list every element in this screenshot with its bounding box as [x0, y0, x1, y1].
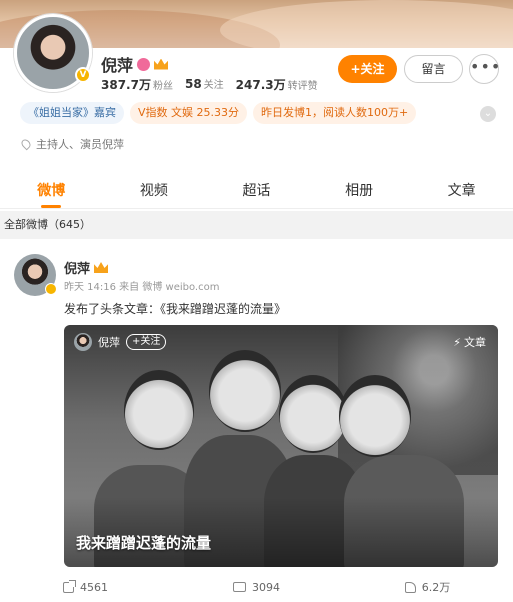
- photo-face: [339, 375, 411, 457]
- pin-icon: [19, 137, 33, 151]
- card-title[interactable]: 我来蹭蹭迟蓬的流量: [76, 532, 211, 553]
- more-button[interactable]: •••: [469, 54, 500, 84]
- profile-name: 倪萍: [101, 56, 134, 75]
- card-header: 倪萍 +关注: [74, 333, 167, 351]
- bio-text: 主持人、演员倪萍: [36, 138, 124, 151]
- article-card[interactable]: 倪萍 +关注 ⚡ 文章 我来蹭蹭迟蓬的流量: [64, 325, 498, 567]
- card-author[interactable]: 倪萍: [98, 334, 120, 350]
- tab-supertopic[interactable]: 超话: [205, 173, 308, 208]
- message-button[interactable]: 留言: [404, 55, 463, 83]
- tab-weibo[interactable]: 微博: [0, 173, 103, 208]
- avatar[interactable]: V: [14, 14, 92, 92]
- crown-icon[interactable]: [94, 262, 109, 273]
- share-count: 4561: [80, 580, 108, 594]
- section-title: 全部微博（645）: [0, 211, 513, 239]
- post-meta: 昨天 14:16 来自 微博 weibo.com: [64, 282, 220, 293]
- post-item: 倪萍 昨天 14:16 来自 微博 weibo.com 发布了头条文章：《我来蹭…: [0, 240, 513, 602]
- photo-face: [279, 375, 347, 453]
- card-type-label: 文章: [464, 336, 486, 349]
- like-button[interactable]: 6.2万: [342, 575, 513, 599]
- photo-face: [124, 370, 194, 450]
- likes-stat[interactable]: 247.3万 转评赞: [236, 76, 318, 93]
- share-icon: [63, 579, 76, 593]
- member-badge-icon[interactable]: [137, 57, 151, 71]
- cover-dune: [220, 0, 513, 48]
- tag-v-index[interactable]: V指数 文娱 25.33分: [130, 102, 248, 124]
- tab-article[interactable]: 文章: [410, 173, 513, 208]
- verified-icon: V: [75, 67, 91, 83]
- thumbs-up-icon: [404, 581, 416, 593]
- profile-tags: 《姐姐当家》嘉宾 V指数 文娱 25.33分 昨日发博1，阅读人数100万+: [20, 102, 417, 124]
- comment-button[interactable]: 3094: [171, 575, 342, 599]
- verified-icon: [45, 283, 57, 295]
- card-type: ⚡ 文章: [453, 334, 486, 350]
- card-avatar[interactable]: [74, 333, 92, 351]
- photo-face: [209, 350, 281, 432]
- post-author-row: 倪萍: [64, 258, 109, 277]
- follow-stat[interactable]: 58 关注: [185, 76, 224, 93]
- post-author[interactable]: 倪萍: [64, 258, 90, 277]
- profile-name-row: 倪萍: [101, 52, 169, 76]
- lightning-icon: ⚡: [453, 335, 461, 349]
- profile-tabs: 微博 视频 超话 相册 文章: [0, 173, 513, 209]
- tab-album[interactable]: 相册: [308, 173, 411, 208]
- profile-header: V 倪萍 387.7万 粉丝 58 关注 247.3万 转评赞 +关注 留言 ••• …: [0, 14, 513, 173]
- share-button[interactable]: 4561: [0, 575, 171, 599]
- profile-bio: 主持人、演员倪萍: [19, 136, 124, 152]
- like-count: 6.2万: [421, 581, 451, 594]
- fans-stat[interactable]: 387.7万 粉丝: [101, 76, 173, 93]
- post-avatar[interactable]: [14, 254, 57, 296]
- post-text[interactable]: 发布了头条文章：《我来蹭蹭迟蓬的流量》: [64, 300, 286, 317]
- comment-count: 3094: [252, 580, 280, 594]
- card-follow-button[interactable]: +关注: [126, 334, 167, 350]
- tag-show[interactable]: 《姐姐当家》嘉宾: [20, 102, 124, 124]
- comment-icon: [233, 582, 246, 592]
- tag-reads[interactable]: 昨日发博1，阅读人数100万+: [253, 102, 417, 124]
- chevron-down-icon[interactable]: ⌄: [480, 106, 496, 122]
- tab-video[interactable]: 视频: [103, 173, 206, 208]
- follow-button[interactable]: +关注: [338, 55, 397, 83]
- crown-icon[interactable]: [154, 58, 169, 70]
- post-actions: 4561 3094 6.2万: [0, 575, 513, 599]
- profile-stats: 387.7万 粉丝 58 关注 247.3万 转评赞: [101, 76, 318, 93]
